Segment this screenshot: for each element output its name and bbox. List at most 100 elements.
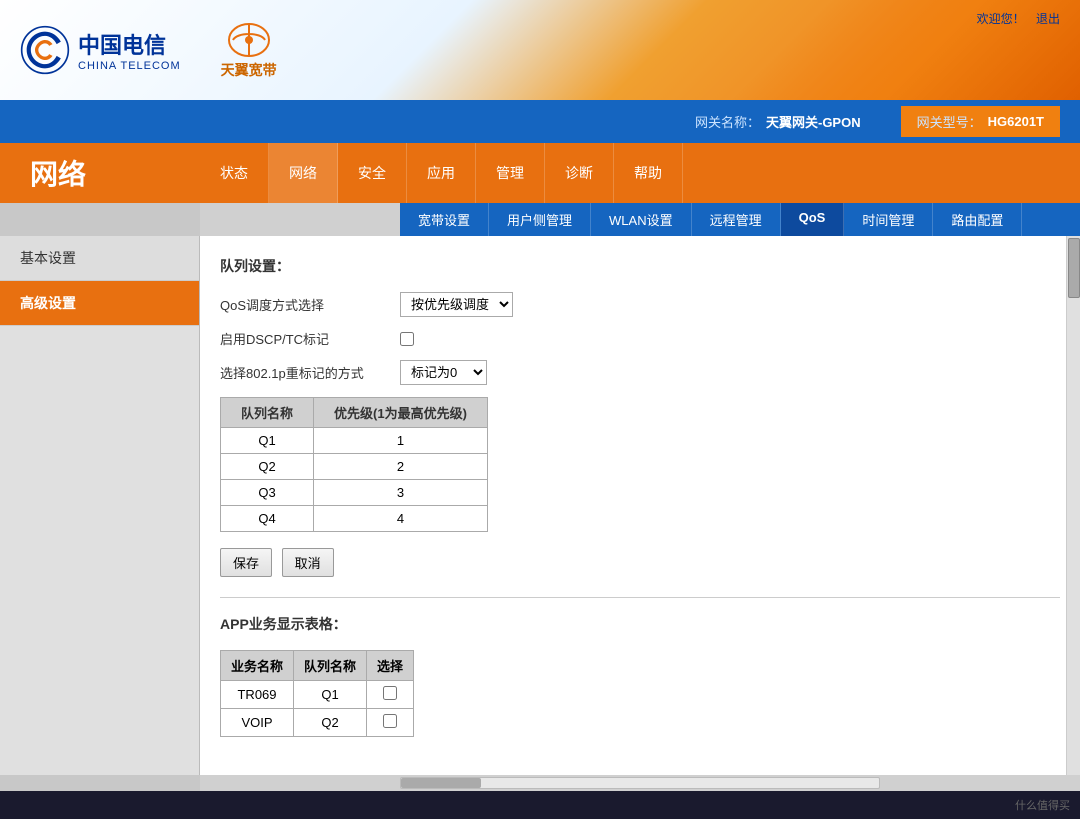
qos-mode-label: QoS调度方式选择 bbox=[220, 295, 400, 314]
section-title: 队列设置： bbox=[220, 256, 1060, 276]
list-item: VOIPQ2 bbox=[221, 709, 414, 737]
save-button[interactable]: 保存 bbox=[220, 548, 272, 577]
tab-security[interactable]: 安全 bbox=[338, 143, 407, 203]
ct-logo-icon bbox=[20, 25, 70, 75]
tab-help[interactable]: 帮助 bbox=[614, 143, 683, 203]
sub-nav: 宽带设置 用户侧管理 WLAN设置 远程管理 QoS 时间管理 路由配置 bbox=[400, 203, 1080, 236]
app-checkbox[interactable] bbox=[383, 686, 397, 700]
subnav-remote[interactable]: 远程管理 bbox=[692, 203, 781, 236]
dscp-label: 启用DSCP/TC标记 bbox=[220, 329, 400, 348]
tab-network[interactable]: 网络 bbox=[269, 143, 338, 203]
subnav-wlan[interactable]: WLAN设置 bbox=[591, 203, 692, 236]
tab-diagnose[interactable]: 诊断 bbox=[545, 143, 614, 203]
sidebar-item-advanced[interactable]: 高级设置 bbox=[0, 281, 199, 326]
horizontal-scroll-thumb[interactable] bbox=[401, 778, 481, 788]
horizontal-scrollbar[interactable] bbox=[400, 777, 880, 789]
queue-row-name: Q4 bbox=[221, 506, 314, 532]
nav-section-title: 网络 bbox=[0, 143, 200, 203]
app-table: 业务名称 队列名称 选择 TR069Q1VOIPQ2 bbox=[220, 650, 414, 737]
header-right: 欢迎您！ 退出 bbox=[977, 10, 1060, 27]
app-row-queue: Q1 bbox=[294, 681, 367, 709]
subnav-qos[interactable]: QoS bbox=[781, 203, 845, 236]
queue-row-priority: 1 bbox=[314, 428, 488, 454]
app-col-name: 业务名称 bbox=[221, 651, 294, 681]
tab-manage[interactable]: 管理 bbox=[476, 143, 545, 203]
dscp-control bbox=[400, 332, 414, 346]
table-row: Q11 bbox=[221, 428, 488, 454]
queue-table: 队列名称 优先级(1为最高优先级) Q11Q22Q33Q44 bbox=[220, 397, 488, 532]
mark-row: 选择802.1p重标记的方式 标记为0标记为1标记为2不重标记 bbox=[220, 360, 1060, 385]
gateway-type-info: 网关型号： HG6201T bbox=[901, 106, 1060, 137]
sub-nav-wrapper: 宽带设置 用户侧管理 WLAN设置 远程管理 QoS 时间管理 路由配置 bbox=[0, 203, 1080, 236]
app-col-queue: 队列名称 bbox=[294, 651, 367, 681]
app-row-check[interactable] bbox=[367, 681, 414, 709]
welcome-text: 欢迎您！ bbox=[977, 12, 1025, 26]
app-col-select: 选择 bbox=[367, 651, 414, 681]
queue-row-priority: 2 bbox=[314, 454, 488, 480]
header: 中国电信 CHINA TELECOM 天翼宽带 欢迎您！ 退出 bbox=[0, 0, 1080, 100]
tianyi-logo: 天翼宽带 bbox=[221, 20, 277, 80]
queue-col-name: 队列名称 bbox=[221, 398, 314, 428]
mark-control: 标记为0标记为1标记为2不重标记 bbox=[400, 360, 487, 385]
queue-row-priority: 4 bbox=[314, 506, 488, 532]
divider bbox=[220, 597, 1060, 598]
gateway-type-value: HG6201T bbox=[988, 114, 1044, 129]
dscp-row: 启用DSCP/TC标记 bbox=[220, 329, 1060, 348]
sidebar: 基本设置 高级设置 bbox=[0, 236, 200, 775]
watermark-text: 什么值得买 bbox=[1015, 797, 1070, 813]
app-table-header: 业务名称 队列名称 选择 bbox=[221, 651, 414, 681]
gateway-type-label: 网关型号： bbox=[917, 112, 982, 131]
tab-status[interactable]: 状态 bbox=[200, 143, 269, 203]
app-row-queue: Q2 bbox=[294, 709, 367, 737]
ct-chinese: 中国电信 bbox=[78, 28, 181, 60]
tab-apps[interactable]: 应用 bbox=[407, 143, 476, 203]
queue-table-header: 队列名称 优先级(1为最高优先级) bbox=[221, 398, 488, 428]
app-row-check[interactable] bbox=[367, 709, 414, 737]
dscp-checkbox[interactable] bbox=[400, 332, 414, 346]
watermark-footer: 什么值得买 bbox=[0, 791, 1080, 819]
gateway-name-value: 天翼网关-GPON bbox=[766, 112, 861, 131]
queue-row-priority: 3 bbox=[314, 480, 488, 506]
app-row-name: TR069 bbox=[221, 681, 294, 709]
table-row: Q22 bbox=[221, 454, 488, 480]
queue-row-name: Q3 bbox=[221, 480, 314, 506]
table-row: Q44 bbox=[221, 506, 488, 532]
bottom-bar bbox=[0, 775, 1080, 791]
ct-english: CHINA TELECOM bbox=[78, 60, 181, 72]
mark-select[interactable]: 标记为0标记为1标记为2不重标记 bbox=[400, 360, 487, 385]
nav-tabs: 状态 网络 安全 应用 管理 诊断 帮助 bbox=[200, 143, 1080, 203]
list-item: TR069Q1 bbox=[221, 681, 414, 709]
app-section-title: APP业务显示表格： bbox=[220, 614, 1060, 634]
main-nav: 网络 状态 网络 安全 应用 管理 诊断 帮助 bbox=[0, 143, 1080, 203]
subnav-route[interactable]: 路由配置 bbox=[933, 203, 1022, 236]
queue-col-priority: 优先级(1为最高优先级) bbox=[314, 398, 488, 428]
china-telecom-logo: 中国电信 CHINA TELECOM bbox=[20, 25, 181, 75]
queue-row-name: Q2 bbox=[221, 454, 314, 480]
gateway-name-info: 网关名称： 天翼网关-GPON bbox=[695, 112, 861, 131]
mark-label: 选择802.1p重标记的方式 bbox=[220, 363, 400, 382]
main-wrapper: 基本设置 高级设置 队列设置： QoS调度方式选择 按优先级调度按带宽调度混合调… bbox=[0, 236, 1080, 775]
subnav-broadband[interactable]: 宽带设置 bbox=[400, 203, 489, 236]
app-checkbox[interactable] bbox=[383, 714, 397, 728]
table-row: Q33 bbox=[221, 480, 488, 506]
gateway-bar: 网关名称： 天翼网关-GPON 网关型号： HG6201T bbox=[0, 100, 1080, 143]
gateway-name-label: 网关名称： bbox=[695, 112, 760, 131]
qos-mode-control: 按优先级调度按带宽调度混合调度 bbox=[400, 292, 513, 317]
sidebar-item-basic[interactable]: 基本设置 bbox=[0, 236, 199, 281]
scroll-thumb[interactable] bbox=[1068, 238, 1080, 298]
ct-text: 中国电信 CHINA TELECOM bbox=[78, 28, 181, 72]
tianyi-icon bbox=[224, 20, 274, 60]
subnav-user-mgmt[interactable]: 用户侧管理 bbox=[489, 203, 591, 236]
queue-row-name: Q1 bbox=[221, 428, 314, 454]
tianyi-brand-text: 天翼宽带 bbox=[221, 60, 277, 80]
logout-link[interactable]: 退出 bbox=[1036, 12, 1060, 26]
qos-mode-select[interactable]: 按优先级调度按带宽调度混合调度 bbox=[400, 292, 513, 317]
queue-buttons: 保存 取消 bbox=[220, 548, 1060, 577]
subnav-time[interactable]: 时间管理 bbox=[844, 203, 933, 236]
qos-mode-row: QoS调度方式选择 按优先级调度按带宽调度混合调度 bbox=[220, 292, 1060, 317]
vertical-scrollbar[interactable] bbox=[1066, 236, 1080, 775]
app-row-name: VOIP bbox=[221, 709, 294, 737]
cancel-button[interactable]: 取消 bbox=[282, 548, 334, 577]
bottom-spacer bbox=[0, 775, 200, 791]
content-area: 队列设置： QoS调度方式选择 按优先级调度按带宽调度混合调度 启用DSCP/T… bbox=[200, 236, 1080, 775]
